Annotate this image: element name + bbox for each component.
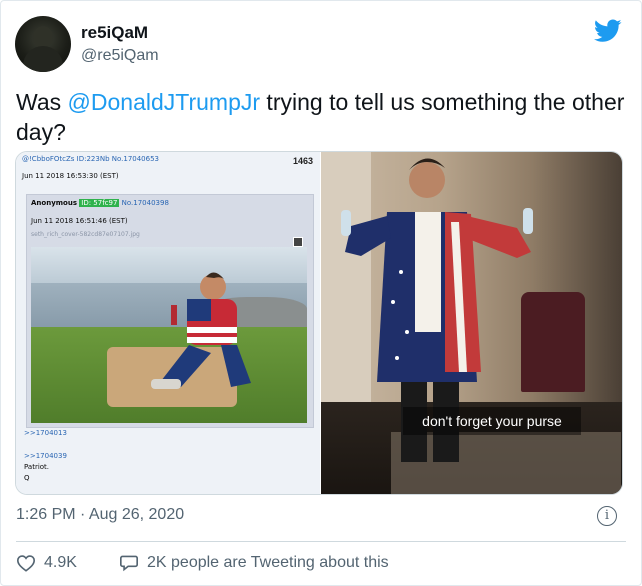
avatar[interactable] bbox=[15, 16, 71, 72]
quoted-post-date: Jun 11 2018 16:51:46 (EST) bbox=[31, 217, 128, 225]
divider bbox=[16, 541, 626, 542]
conversation-text: 2K people are Tweeting about this bbox=[147, 554, 389, 571]
scene-person bbox=[341, 158, 533, 462]
quoted-post-id: ID: 57fc97 bbox=[79, 199, 120, 207]
twitter-bird-icon[interactable] bbox=[594, 19, 622, 43]
avatar-shoulders-shape bbox=[23, 46, 63, 72]
video-still-image[interactable]: don't forget your purse bbox=[321, 152, 622, 494]
forum-post-number: 1463 bbox=[293, 156, 314, 166]
display-name[interactable]: re5iQaM bbox=[81, 23, 148, 43]
quoted-post: Anonymous ID: 57fc97 No.17040398 Jun 11 … bbox=[26, 194, 314, 428]
quoted-post-filename: seth_rich_cover-582cd87e07107.jpg bbox=[31, 231, 140, 238]
quoted-post-author: Anonymous bbox=[31, 199, 78, 207]
tweet-text-prefix: Was bbox=[16, 89, 68, 115]
reply-line-2: Patriot. bbox=[24, 463, 50, 471]
reply-ref-2[interactable]: >>1704039 bbox=[24, 452, 67, 460]
forum-screenshot-image[interactable]: @!CbboFOtcZs ID:223Nb No.17040653 Jun 11… bbox=[16, 152, 320, 494]
tweet-timestamp[interactable]: 1:26 PM · Aug 26, 2020 bbox=[16, 506, 184, 524]
quoted-post-photo bbox=[31, 247, 307, 423]
handle[interactable]: @re5iQam bbox=[81, 47, 159, 65]
like-count: 4.9K bbox=[44, 554, 77, 571]
photo-person bbox=[151, 272, 251, 389]
reply-ref-1[interactable]: >>1704013 bbox=[24, 429, 67, 437]
mention-link[interactable]: @DonaldJTrumpJr bbox=[68, 89, 261, 115]
speech-bubble-icon bbox=[120, 555, 138, 572]
quoted-post-no: No.17040398 bbox=[121, 199, 169, 207]
reply-line-3: Q bbox=[24, 474, 30, 482]
media-container[interactable]: @!CbboFOtcZs ID:223Nb No.17040653 Jun 11… bbox=[15, 151, 623, 495]
heart-icon bbox=[16, 555, 36, 572]
quoted-post-header: Anonymous ID: 57fc97 No.17040398 bbox=[31, 199, 169, 207]
expand-icon bbox=[293, 237, 303, 247]
avatar-head-shape bbox=[33, 26, 53, 48]
tweet-card: re5iQaM @re5iQam Was @DonaldJTrumpJr try… bbox=[0, 0, 642, 586]
conversation-link[interactable]: 2K people are Tweeting about this bbox=[119, 554, 389, 572]
like-button[interactable]: 4.9K bbox=[16, 554, 77, 572]
info-icon[interactable]: i bbox=[597, 506, 617, 526]
forum-header-ids: @!CbboFOtcZs ID:223Nb No.17040653 bbox=[22, 155, 159, 163]
forum-header-date: Jun 11 2018 16:53:30 (EST) bbox=[22, 172, 119, 180]
video-caption: don't forget your purse bbox=[403, 407, 581, 435]
tweet-text: Was @DonaldJTrumpJr trying to tell us so… bbox=[16, 87, 626, 147]
